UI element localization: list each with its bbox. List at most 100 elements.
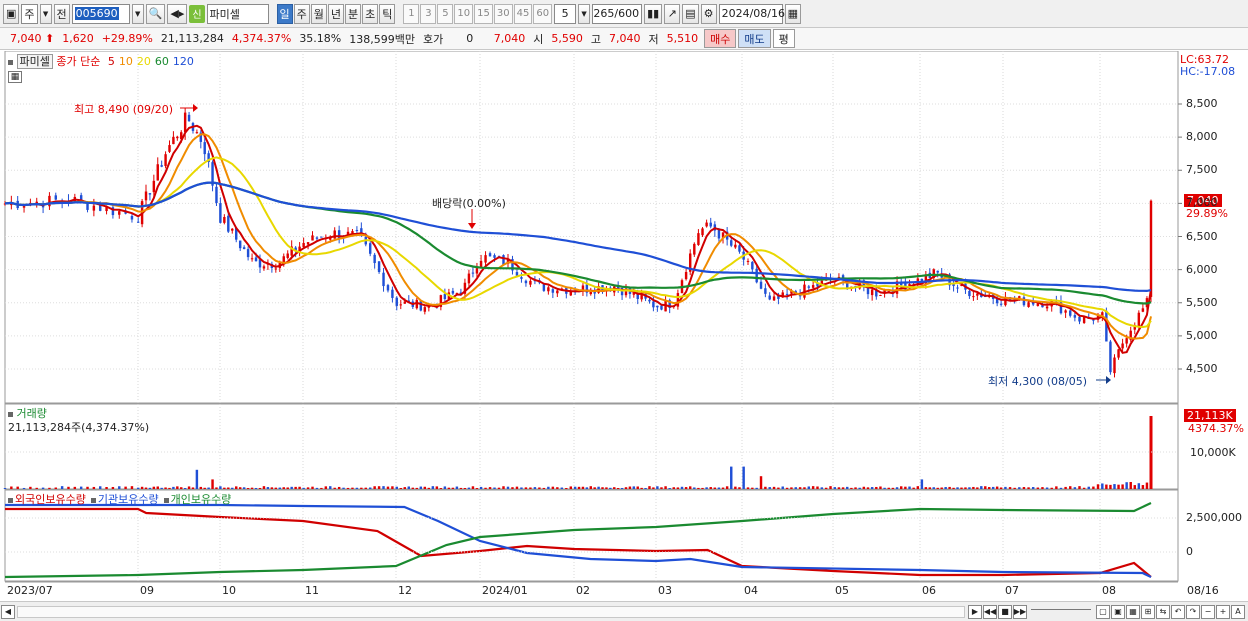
volume-bar: [506, 486, 510, 489]
scroll-left-icon[interactable]: ◀: [1, 604, 15, 619]
period-button[interactable]: 틱: [379, 3, 396, 24]
volume-bar: [573, 486, 577, 489]
price-pane-title[interactable]: 파미셀: [16, 54, 53, 69]
interval-button[interactable]: 60: [533, 3, 553, 24]
stock-code-input[interactable]: 005690: [71, 3, 130, 24]
auto-scale-icon[interactable]: A: [1231, 604, 1245, 619]
volume-bar: [816, 486, 819, 489]
volume-bar: [73, 486, 77, 489]
interval-button[interactable]: 5: [437, 3, 454, 24]
candle-type-icon[interactable]: ▮▮: [644, 3, 663, 24]
volume-bar: [1092, 486, 1095, 489]
settings-icon[interactable]: ⚙: [700, 3, 717, 24]
chart-scrollbar[interactable]: ◀ ▶ ◀◀ ■ ▶▶ ▢ ▣ ▦ ⊞ ⇆ ↶ ↷ − + A: [0, 601, 1248, 621]
sound-icon[interactable]: ◀▸: [167, 3, 188, 24]
candle-body: [386, 285, 390, 291]
volume-bar: [351, 487, 354, 489]
volume-bar: [105, 486, 108, 489]
chevron-down-icon[interactable]: ▼: [131, 3, 144, 24]
layout-icon[interactable]: ▢: [1096, 604, 1110, 619]
volume-bar: [386, 486, 390, 489]
stock-name-field[interactable]: 파미셀: [206, 3, 269, 24]
volume-bar: [455, 486, 459, 489]
grid-icon[interactable]: ▦: [1126, 604, 1140, 619]
volume-bar: [904, 486, 907, 489]
period-button[interactable]: 월: [310, 3, 327, 24]
play-icon[interactable]: ▶: [968, 604, 982, 619]
line-tool-icon[interactable]: ↗: [664, 3, 681, 24]
candle-body: [709, 222, 712, 227]
chevron-down-icon[interactable]: ▼: [578, 3, 591, 24]
window-icon[interactable]: ▣: [3, 3, 20, 24]
interval-button[interactable]: 3: [420, 3, 437, 24]
search-icon[interactable]: 🔍: [145, 3, 166, 24]
zoom-slider[interactable]: [1031, 608, 1091, 615]
interval-button[interactable]: 30: [493, 3, 513, 24]
interval-button[interactable]: 1: [403, 3, 420, 24]
volume-bar: [329, 486, 332, 489]
zoom-out-icon[interactable]: −: [1201, 604, 1215, 619]
rewind-icon[interactable]: ◀◀: [983, 604, 997, 619]
volume-bar: [964, 487, 967, 489]
candle-body: [1064, 310, 1067, 313]
split-icon[interactable]: ▣: [1111, 604, 1125, 619]
candle-body: [493, 255, 496, 258]
volume-bar: [895, 487, 899, 489]
price-tick-label: 6,000: [1186, 262, 1218, 276]
volume-bar: [589, 486, 592, 489]
volume-bar: [266, 487, 270, 489]
period-type-select[interactable]: 주: [21, 3, 38, 24]
interval-input[interactable]: 5: [554, 3, 577, 24]
price-tick-label: 5,000: [1186, 328, 1218, 342]
volume-bar: [368, 487, 372, 489]
period-button[interactable]: 초: [362, 3, 379, 24]
period-button[interactable]: 주: [293, 3, 310, 24]
volume-bar: [833, 487, 836, 489]
chart-area[interactable]: 파미셀 종가 단순 5 10 20 60 120 ▦ LC:63.72 HC:-17.0…: [0, 51, 1248, 601]
chart-canvas[interactable]: [0, 51, 1248, 601]
tool-icon[interactable]: ⊞: [1141, 604, 1155, 619]
volume-bar: [435, 486, 439, 489]
sell-button[interactable]: 매도: [738, 29, 771, 48]
calendar-icon[interactable]: ▦: [784, 3, 802, 24]
stop-icon[interactable]: ■: [998, 604, 1012, 619]
average-button[interactable]: 평: [772, 29, 795, 48]
volume-bar: [242, 487, 246, 489]
date-input[interactable]: 2024/08/16: [718, 3, 785, 24]
period-button[interactable]: 분: [345, 3, 362, 24]
time-axis-label: 06: [922, 584, 936, 597]
volume-bar: [870, 487, 874, 489]
candle-body: [520, 277, 523, 279]
volume-bar: [899, 486, 903, 489]
interval-button[interactable]: 10: [454, 3, 474, 24]
redo-icon[interactable]: ↷: [1186, 604, 1200, 619]
price-tick-label: 5,500: [1186, 295, 1218, 309]
interval-button[interactable]: 15: [474, 3, 493, 24]
volume-bar: [391, 486, 394, 489]
buy-button[interactable]: 매수: [704, 29, 737, 48]
high-label: 고: [590, 32, 601, 46]
prev-button[interactable]: 전: [53, 3, 70, 24]
volume-bar: [22, 487, 26, 489]
period-button[interactable]: 년: [327, 3, 345, 24]
chevron-down-icon[interactable]: ▼: [39, 3, 52, 24]
candle-body: [423, 307, 427, 312]
interval-button[interactable]: 45: [513, 3, 533, 24]
volume-bar: [693, 487, 696, 489]
count-input[interactable]: 265/600: [592, 3, 643, 24]
holdings-tick-upper: 2,500,000: [1186, 511, 1242, 524]
compare-icon[interactable]: ⇆: [1156, 604, 1170, 619]
price-pane-frame: [4, 51, 1179, 404]
volume-bar: [875, 486, 878, 489]
undo-icon[interactable]: ↶: [1171, 604, 1185, 619]
period-button[interactable]: 일: [276, 3, 293, 24]
table-icon[interactable]: ▦: [8, 71, 22, 83]
scroll-track[interactable]: [17, 605, 965, 618]
holdings-legend: 외국인보유수량 기관보유수량 개인보유수량: [8, 491, 236, 507]
candle-body: [738, 245, 741, 252]
volume-bar: [302, 487, 305, 489]
fast-forward-icon[interactable]: ▶▶: [1013, 604, 1027, 619]
zoom-in-icon[interactable]: +: [1216, 604, 1230, 619]
save-icon[interactable]: ▤: [682, 3, 699, 24]
time-axis-label: 12: [398, 584, 412, 597]
